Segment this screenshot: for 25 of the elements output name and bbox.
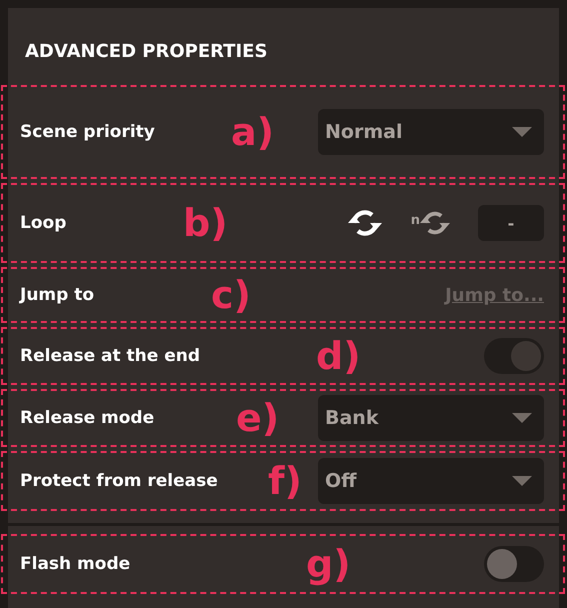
loop-count-field[interactable]: - (478, 205, 544, 241)
caret-icon (512, 413, 532, 423)
row-label: Protect from release (20, 471, 218, 491)
panel-title: ADVANCED PROPERTIES (24, 40, 268, 64)
annotation-marker: c) (211, 273, 251, 317)
caret-icon (512, 127, 532, 137)
row-label: Release at the end (20, 346, 200, 366)
repeat-count-label: n (410, 212, 420, 228)
row-label: Scene priority (20, 122, 155, 142)
annotation-marker: a) (231, 110, 274, 154)
dropdown[interactable]: Bank (318, 395, 544, 441)
dropdown[interactable]: Normal (318, 109, 544, 155)
toggle-switch[interactable] (484, 546, 544, 582)
annotation-marker: b) (183, 201, 228, 245)
row-label: Loop (20, 213, 66, 233)
row-label: Jump to (20, 285, 94, 305)
annotation-marker: e) (236, 396, 280, 440)
dropdown[interactable]: Off (318, 458, 544, 504)
toggle-switch[interactable] (484, 338, 544, 374)
row-label: Flash mode (20, 554, 130, 574)
annotation-marker: g) (306, 542, 351, 586)
annotation-marker: d) (316, 334, 361, 378)
annotation-marker: f) (268, 459, 302, 503)
caret-icon (512, 476, 532, 486)
row-label: Release mode (20, 408, 154, 428)
